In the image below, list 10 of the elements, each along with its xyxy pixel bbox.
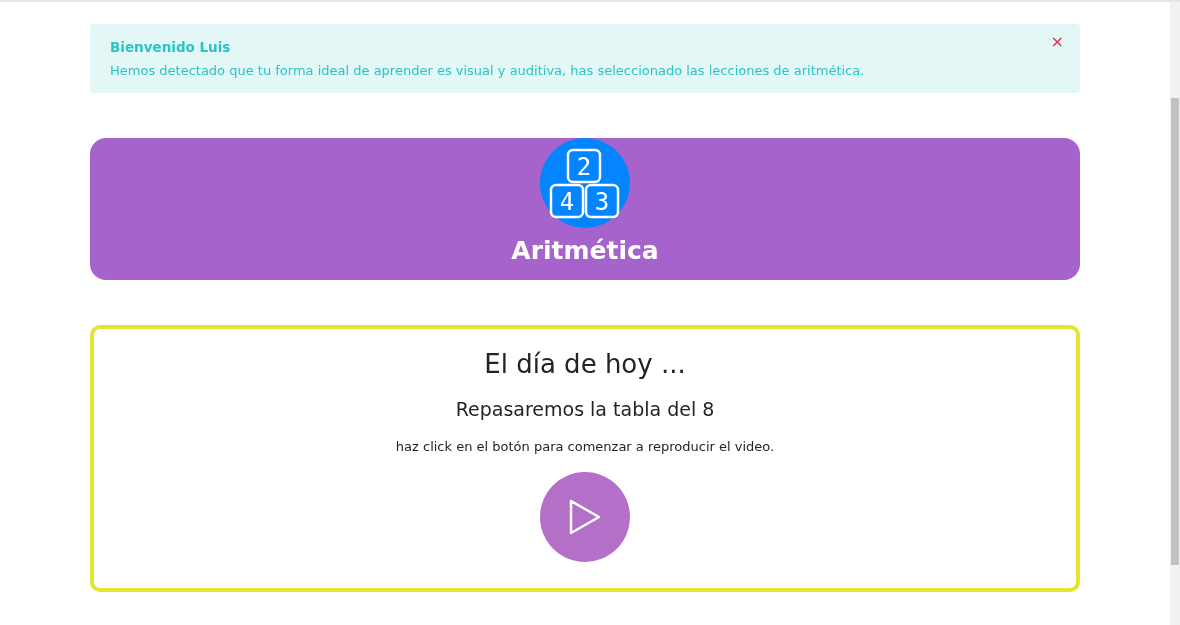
lesson-title: Aritmética [511,234,659,267]
card-heading: El día de hoy ... [484,348,686,380]
alert-title: Bienvenido Luis [110,38,231,57]
alert-message: Hemos detectado que tu forma ideal de aprender es visual y auditiva, has seleccionado las lecciones de aritmética. [110,62,866,81]
scrollbar[interactable] [1170,2,1180,625]
close-button[interactable]: × [1048,34,1066,50]
play-icon [568,499,602,536]
instruction-text: haz click en el botón para comenzar a reproducir el video. [395,437,775,456]
card-subheading: Repasaremos la tabla del 8 [455,397,715,421]
blocks-icon: 2 4 3 [540,137,630,228]
